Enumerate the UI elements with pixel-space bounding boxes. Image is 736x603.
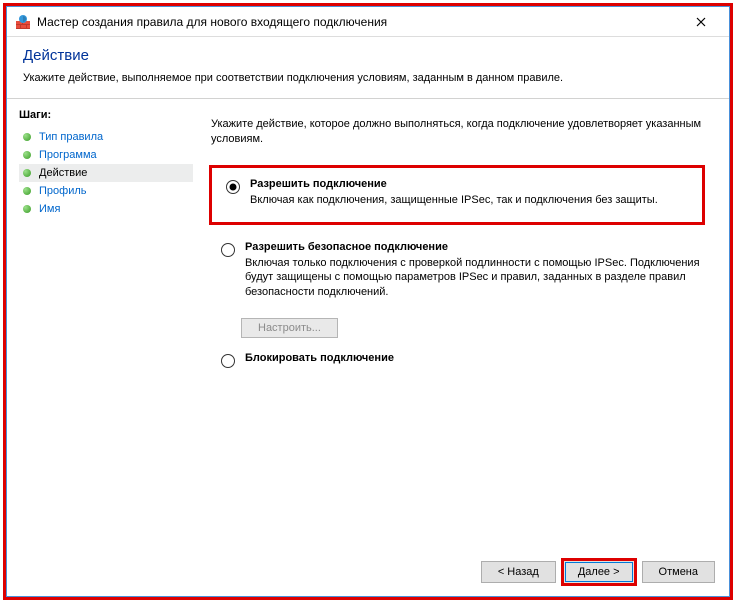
- step-program[interactable]: Программа: [19, 146, 193, 164]
- step-label: Тип правила: [39, 131, 103, 143]
- radio-allow[interactable]: [226, 180, 240, 194]
- close-button[interactable]: [681, 8, 721, 36]
- bullet-icon: [23, 169, 31, 177]
- header: Действие Укажите действие, выполняемое п…: [7, 37, 729, 99]
- next-button[interactable]: Далее >: [561, 558, 637, 586]
- steps-heading: Шаги:: [19, 109, 193, 121]
- step-profile[interactable]: Профиль: [19, 182, 193, 200]
- page-subtitle: Укажите действие, выполняемое при соотве…: [23, 72, 713, 84]
- option-block[interactable]: Блокировать подключение: [211, 348, 711, 372]
- step-label: Профиль: [39, 185, 87, 197]
- option-title: Блокировать подключение: [245, 352, 394, 364]
- wizard-window: Мастер создания правила для нового входя…: [6, 6, 730, 597]
- footer: < Назад Далее > Отмена: [7, 548, 729, 596]
- option-allow-secure[interactable]: Разрешить безопасное подключение Включая…: [211, 237, 711, 305]
- configure-button: Настроить...: [241, 318, 338, 338]
- option-allow[interactable]: Разрешить подключение Включая как подклю…: [216, 174, 694, 212]
- radio-allow-secure[interactable]: [221, 243, 235, 257]
- option-allow-highlight: Разрешить подключение Включая как подклю…: [209, 165, 705, 225]
- steps-sidebar: Шаги: Тип правила Программа Действие Про…: [7, 99, 193, 548]
- option-desc: Включая как подключения, защищенные IPSe…: [250, 193, 658, 208]
- titlebar: Мастер создания правила для нового входя…: [7, 7, 729, 37]
- step-name[interactable]: Имя: [19, 200, 193, 218]
- step-label: Имя: [39, 203, 60, 215]
- back-button[interactable]: < Назад: [481, 561, 556, 583]
- firewall-icon: [15, 14, 31, 30]
- bullet-icon: [23, 205, 31, 213]
- page-title: Действие: [23, 47, 713, 64]
- step-action[interactable]: Действие: [19, 164, 193, 182]
- bullet-icon: [23, 133, 31, 141]
- cancel-button[interactable]: Отмена: [642, 561, 715, 583]
- bullet-icon: [23, 187, 31, 195]
- step-rule-type[interactable]: Тип правила: [19, 128, 193, 146]
- option-desc: Включая только подключения с проверкой п…: [245, 256, 705, 301]
- window-title: Мастер создания правила для нового входя…: [37, 15, 681, 29]
- close-icon: [696, 17, 706, 27]
- option-title: Разрешить безопасное подключение: [245, 241, 705, 253]
- step-label: Действие: [39, 167, 87, 179]
- option-title: Разрешить подключение: [250, 178, 658, 190]
- step-label: Программа: [39, 149, 97, 161]
- instruction-text: Укажите действие, которое должно выполня…: [211, 117, 711, 147]
- bullet-icon: [23, 151, 31, 159]
- radio-block[interactable]: [221, 354, 235, 368]
- content-area: Укажите действие, которое должно выполня…: [193, 99, 729, 548]
